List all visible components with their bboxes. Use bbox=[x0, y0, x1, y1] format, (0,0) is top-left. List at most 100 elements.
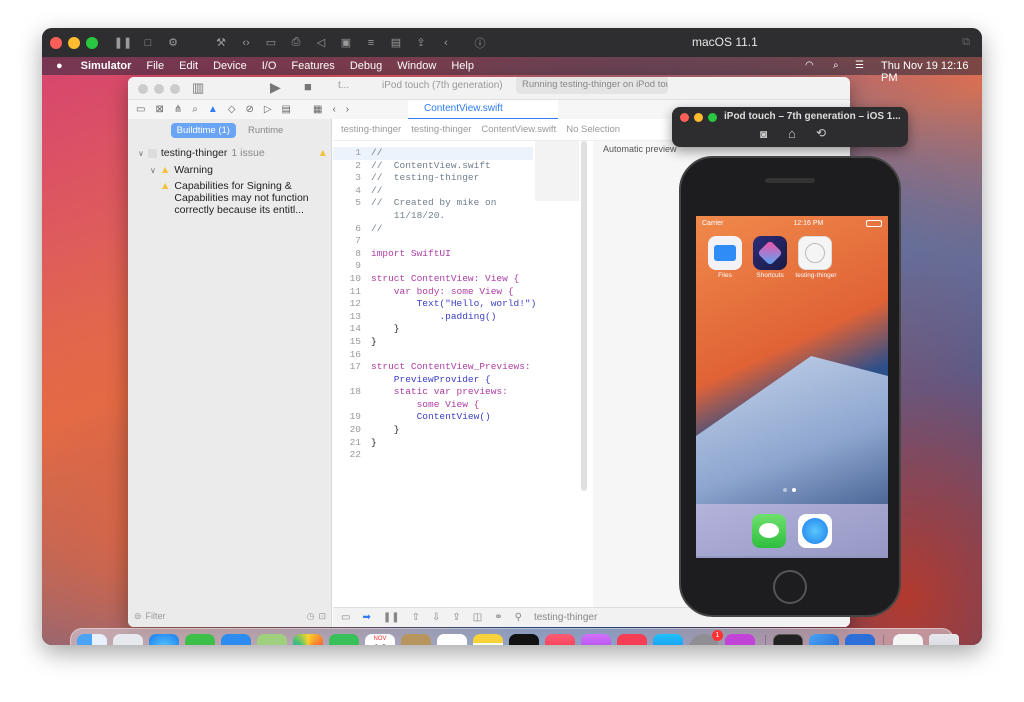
close-button[interactable] bbox=[50, 36, 62, 49]
window-icon[interactable]: ⧉ bbox=[962, 36, 970, 49]
scheme-crumb[interactable]: t... bbox=[338, 80, 349, 91]
code-icon[interactable]: ‹› bbox=[237, 34, 255, 52]
app-menu[interactable]: Simulator bbox=[81, 60, 132, 72]
scrollbar[interactable] bbox=[581, 141, 587, 491]
settings-icon[interactable]: ⚙ bbox=[164, 34, 182, 52]
tv-icon[interactable]: tv bbox=[509, 634, 539, 645]
device-selector[interactable]: iPod touch (7th generation) bbox=[382, 80, 503, 91]
notes-icon[interactable] bbox=[473, 634, 503, 645]
printer-icon[interactable]: ⎙ bbox=[287, 34, 305, 52]
home-icon[interactable]: ⌂ bbox=[788, 126, 796, 141]
grid-icon[interactable]: ▦ bbox=[313, 104, 322, 115]
menu-io[interactable]: I/O bbox=[262, 60, 277, 72]
minimize-button[interactable] bbox=[68, 36, 80, 49]
jump-group[interactable]: testing-thinger bbox=[411, 124, 471, 135]
document-icon[interactable] bbox=[893, 634, 923, 645]
hierarchy-icon[interactable]: ⋔ bbox=[174, 104, 182, 115]
launchpad-icon[interactable] bbox=[113, 634, 143, 645]
folder-icon[interactable]: ▤ bbox=[387, 34, 405, 52]
issue-nav-icon[interactable]: ▲ bbox=[208, 104, 218, 115]
maps-icon[interactable] bbox=[257, 634, 287, 645]
filter-input[interactable]: Filter bbox=[146, 611, 166, 621]
pause-icon[interactable]: ❚❚ bbox=[383, 612, 400, 623]
minimap[interactable] bbox=[535, 141, 579, 201]
app-store-icon[interactable] bbox=[653, 634, 683, 645]
info-icon[interactable]: ⓘ bbox=[471, 34, 489, 52]
sim-zoom[interactable] bbox=[708, 113, 717, 122]
menu-debug[interactable]: Debug bbox=[350, 60, 382, 72]
memory-icon[interactable]: ⚭ bbox=[494, 612, 502, 623]
jump-project[interactable]: testing-thinger bbox=[341, 124, 401, 135]
safari-app-icon[interactable] bbox=[798, 514, 832, 548]
tab-runtime[interactable]: Runtime bbox=[242, 123, 289, 138]
source-editor[interactable]: 1 // 2 // ContentView.swift 3 // testing-thin… bbox=[333, 141, 593, 627]
mail-icon[interactable] bbox=[221, 634, 251, 645]
hide-debug-icon[interactable]: ▭ bbox=[341, 612, 350, 623]
podcasts-icon[interactable] bbox=[581, 634, 611, 645]
project-row[interactable]: ∨ testing-thinger 1 issue ▲ bbox=[138, 147, 328, 159]
safari-icon[interactable] bbox=[149, 634, 179, 645]
search-icon[interactable]: ⌕ bbox=[833, 60, 839, 71]
breakpoints-icon[interactable]: ➡ bbox=[362, 612, 370, 623]
control-center-icon[interactable]: ☰ bbox=[855, 60, 864, 71]
source-control-icon[interactable]: ⊠ bbox=[155, 104, 163, 115]
news-icon[interactable] bbox=[617, 634, 647, 645]
home-button[interactable] bbox=[773, 570, 807, 604]
photos-icon[interactable] bbox=[293, 634, 323, 645]
xcode-icon[interactable] bbox=[809, 634, 839, 645]
step-over-icon[interactable]: ⇧ bbox=[412, 612, 420, 623]
sim-minimize[interactable] bbox=[694, 113, 703, 122]
menu-device[interactable]: Device bbox=[213, 60, 247, 72]
files-app-icon[interactable] bbox=[708, 236, 742, 270]
warning-item[interactable]: ▲ Capabilities for Signing & Capabilitie… bbox=[160, 180, 328, 216]
warning-group[interactable]: ∨ ▲ Warning bbox=[150, 164, 328, 176]
wrench-icon[interactable]: ⚒ bbox=[212, 34, 230, 52]
stop-icon[interactable]: □ bbox=[139, 34, 157, 52]
speaker-icon[interactable]: ◁ bbox=[312, 34, 330, 52]
test-icon[interactable]: ◇ bbox=[228, 104, 236, 115]
menu-file[interactable]: File bbox=[146, 60, 164, 72]
jump-file[interactable]: ContentView.swift bbox=[481, 124, 556, 135]
folder-nav-icon[interactable]: ▭ bbox=[136, 104, 145, 115]
breakpoint-icon[interactable]: ▷ bbox=[264, 104, 272, 115]
simulator-icon[interactable] bbox=[845, 634, 875, 645]
pause-icon[interactable]: ❚❚ bbox=[114, 34, 132, 52]
forward-icon[interactable]: › bbox=[346, 104, 349, 115]
view-debug-icon[interactable]: ◫ bbox=[473, 612, 482, 623]
issues-only-icon[interactable]: ⊡ bbox=[318, 611, 326, 622]
clock[interactable]: Thu Nov 19 12:16 PM bbox=[881, 60, 982, 84]
xcode-close[interactable] bbox=[138, 84, 148, 94]
xcode-zoom[interactable] bbox=[170, 84, 180, 94]
disclosure-icon[interactable]: ∨ bbox=[150, 166, 156, 175]
menu-help[interactable]: Help bbox=[451, 60, 474, 72]
tab-contentview[interactable]: ContentView.swift bbox=[408, 100, 558, 120]
menu-window[interactable]: Window bbox=[397, 60, 436, 72]
find-icon[interactable]: ⌕ bbox=[192, 104, 198, 115]
testing-thinger-app-icon[interactable] bbox=[798, 236, 832, 270]
rotate-icon[interactable]: ⟲ bbox=[816, 126, 826, 140]
activity-monitor-icon[interactable] bbox=[773, 634, 803, 645]
location-icon[interactable]: ⚲ bbox=[515, 612, 522, 623]
system-preferences-icon[interactable]: 1 bbox=[689, 630, 723, 645]
disk-icon[interactable]: ▭ bbox=[262, 34, 280, 52]
tab-buildtime[interactable]: Buildtime (1) bbox=[170, 122, 236, 138]
facetime-icon[interactable] bbox=[329, 634, 359, 645]
recent-icon[interactable]: ◷ bbox=[307, 611, 315, 622]
feedback-icon[interactable] bbox=[725, 634, 755, 645]
run-icon[interactable]: ▶ bbox=[270, 79, 281, 96]
step-out-icon[interactable]: ⇪ bbox=[452, 612, 460, 623]
trash-icon[interactable] bbox=[929, 634, 959, 645]
calendar-icon[interactable]: NOV 19 bbox=[365, 634, 395, 645]
menu-edit[interactable]: Edit bbox=[179, 60, 198, 72]
screenshot-icon[interactable]: ◙ bbox=[760, 127, 767, 141]
debug-nav-icon[interactable]: ⊘ bbox=[245, 104, 253, 115]
step-in-icon[interactable]: ⇩ bbox=[432, 612, 440, 623]
sim-close[interactable] bbox=[680, 113, 689, 122]
camera-icon[interactable]: ▣ bbox=[337, 34, 355, 52]
zoom-button[interactable] bbox=[86, 36, 98, 49]
apple-menu-icon[interactable]: ● bbox=[56, 60, 63, 72]
shortcuts-app-icon[interactable] bbox=[753, 236, 787, 270]
finder-icon[interactable] bbox=[77, 634, 107, 645]
share-icon[interactable]: ⇪ bbox=[412, 34, 430, 52]
usb-icon[interactable]: ≡ bbox=[362, 34, 380, 52]
